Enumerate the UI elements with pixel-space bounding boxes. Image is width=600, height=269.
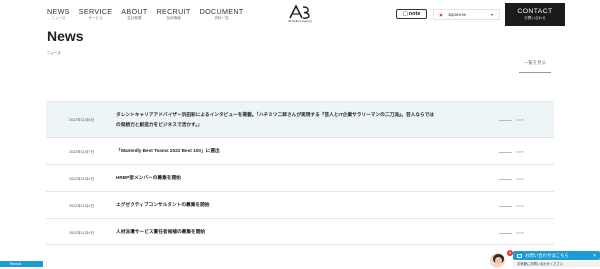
nav-recruit[interactable]: RECRUIT 採用情報 <box>157 8 191 21</box>
news-more-link[interactable]: more <box>499 177 524 181</box>
news-date: 2022年11月8日 <box>69 118 95 122</box>
news-date: 2022年11月4日 <box>69 204 95 208</box>
nav-service[interactable]: SERVICE サービス <box>79 8 113 21</box>
contact-button[interactable]: CONTACT お問い合わせ <box>505 3 565 26</box>
news-list: 2022年11月8日 タレントキャリアアドバイザー浜田彩によるインタビューを掲載… <box>46 101 554 245</box>
news-more-link[interactable]: more <box>499 204 524 208</box>
chat-open-button[interactable]: お問い合わせはこちら × <box>513 251 600 260</box>
news-more-link[interactable]: more <box>499 118 524 122</box>
nav-service-label: SERVICE <box>78 7 113 16</box>
news-more-link[interactable]: more <box>499 150 524 154</box>
site-logo[interactable]: All Sellers Agency <box>285 5 315 26</box>
news-item[interactable]: 2022年11月4日 HRBP室メンバーの募集を開始 more <box>46 164 554 191</box>
nav-about[interactable]: ABOUT 会社概要 <box>121 8 147 21</box>
nav-recruit-sublabel: 採用情報 <box>166 16 181 20</box>
nav-about-sublabel: 会社概要 <box>127 16 142 20</box>
recruit-tab-button[interactable]: Recruit <box>0 261 43 267</box>
news-title[interactable]: 「Wantedly Best Teams 2022 Best 100」に選出 <box>116 146 436 156</box>
news-title[interactable]: 人材派遣サービス責任者候補の募集を開始 <box>116 227 436 237</box>
logo-subtext: All Sellers Agency <box>287 19 312 23</box>
news-item[interactable]: 2022年11月4日 エグゼクティブコンサルタントの募集を開始 more <box>46 191 554 218</box>
contact-sublabel: お問い合わせ <box>524 16 546 20</box>
close-icon[interactable]: × <box>593 253 596 259</box>
nav-news-sublabel: ニュース <box>51 16 66 20</box>
view-all-underline <box>519 72 551 73</box>
logo-mark-icon <box>289 5 310 19</box>
chat-label: お問い合わせはこちら <box>525 252 569 258</box>
news-date: 2022年11月4日 <box>69 231 95 235</box>
chat-bubble-icon <box>517 253 522 258</box>
news-title[interactable]: タレントキャリアアドバイザー浜田彩によるインタビューを掲載。「ハチミツ二郎さんが… <box>116 110 436 130</box>
news-title[interactable]: HRBP室メンバーの募集を開始 <box>116 173 436 183</box>
news-item[interactable]: 2022年11月4日 人材派遣サービス責任者候補の募集を開始 more <box>46 218 554 245</box>
nav-service-sublabel: サービス <box>88 16 103 20</box>
view-all-link[interactable]: 一覧を見る <box>519 60 551 66</box>
news-date: 2022年11月4日 <box>69 177 95 181</box>
nav-recruit-label: RECRUIT <box>156 7 191 16</box>
contact-label: CONTACT <box>517 8 553 15</box>
news-item[interactable]: 2022年11月7日 「Wantedly Best Teams 2022 Bes… <box>46 137 554 164</box>
page-title: News <box>47 28 84 44</box>
note-button[interactable]: ▢ note <box>396 9 427 19</box>
chat-avatar[interactable] <box>489 252 506 269</box>
chat-subtext: お気軽にお問い合わせください <box>513 261 600 267</box>
news-more-link[interactable]: more <box>499 231 524 235</box>
news-title[interactable]: エグゼクティブコンサルタントの募集を開始 <box>116 200 436 210</box>
main-nav: NEWS ニュース SERVICE サービス ABOUT 会社概要 RECRUI… <box>47 8 244 21</box>
nav-document-sublabel: 資料一覧 <box>214 16 229 20</box>
note-label: note <box>408 11 421 17</box>
chat-widget: 1 お問い合わせはこちら × お気軽にお問い合わせください <box>487 250 600 269</box>
note-icon: ▢ <box>402 11 408 17</box>
news-date: 2022年11月7日 <box>69 150 95 154</box>
nav-document[interactable]: DOCUMENT 資料一覧 <box>200 8 244 21</box>
language-select[interactable]: Japanese ▾ <box>433 9 500 20</box>
japan-flag-icon <box>438 12 443 17</box>
nav-news-label: NEWS <box>47 7 70 16</box>
news-item[interactable]: 2022年11月8日 タレントキャリアアドバイザー浜田彩によるインタビューを掲載… <box>46 101 554 137</box>
caret-down-icon: ▾ <box>490 12 493 17</box>
nav-about-label: ABOUT <box>121 7 148 16</box>
nav-document-label: DOCUMENT <box>199 7 244 16</box>
language-value: Japanese <box>448 12 467 17</box>
nav-news[interactable]: NEWS ニュース <box>47 8 70 21</box>
page-subtitle: ニュース <box>47 51 61 55</box>
site-header: NEWS ニュース SERVICE サービス ABOUT 会社概要 RECRUI… <box>0 0 600 30</box>
